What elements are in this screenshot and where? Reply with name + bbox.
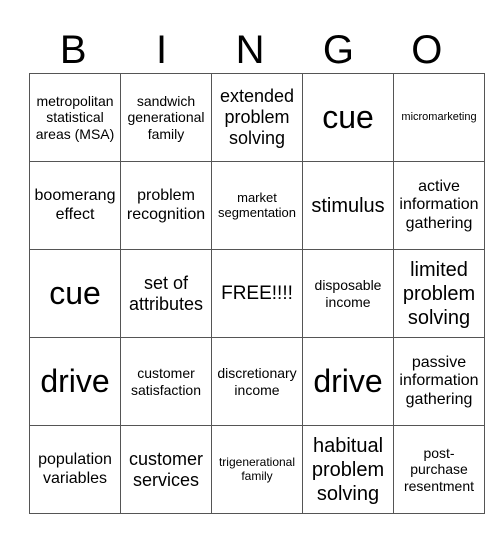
grid-row: drive customer satisfaction discretionar… (29, 337, 485, 426)
grid-row: boomerang effect problem recognition mar… (29, 161, 485, 250)
bingo-cell[interactable]: habitual problem solving (302, 425, 394, 514)
header-letter-i: I (156, 28, 168, 72)
bingo-cell[interactable]: cue (302, 73, 394, 162)
bingo-cell[interactable]: micromarketing (393, 73, 485, 162)
bingo-cell[interactable]: post-purchase resentment (393, 425, 485, 514)
bingo-cell[interactable]: passive information gathering (393, 337, 485, 426)
header-letter-g: G (322, 28, 354, 72)
free-space[interactable]: FREE!!!! (211, 249, 303, 338)
bingo-cell[interactable]: set of attributes (120, 249, 212, 338)
bingo-cell[interactable]: market segmentation (211, 161, 303, 250)
bingo-cell[interactable]: drive (302, 337, 394, 426)
bingo-cell[interactable]: sandwich generational family (120, 73, 212, 162)
bingo-cell[interactable]: customer satisfaction (120, 337, 212, 426)
grid-row: metropolitan statistical areas (MSA) san… (29, 73, 485, 162)
bingo-cell[interactable]: extended problem solving (211, 73, 303, 162)
bingo-grid: metropolitan statistical areas (MSA) san… (29, 73, 485, 514)
bingo-cell[interactable]: metropolitan statistical areas (MSA) (29, 73, 121, 162)
grid-row: population variables customer services t… (29, 425, 485, 514)
header-letter-o: O (411, 28, 443, 72)
bingo-cell[interactable]: limited problem solving (393, 249, 485, 338)
bingo-cell[interactable]: trigenerational family (211, 425, 303, 514)
header-letter-b: B (59, 28, 87, 72)
bingo-cell[interactable]: boomerang effect (29, 161, 121, 250)
bingo-cell[interactable]: active information gathering (393, 161, 485, 250)
bingo-cell[interactable]: customer services (120, 425, 212, 514)
bingo-cell[interactable]: population variables (29, 425, 121, 514)
bingo-header: B I N G O (29, 28, 471, 72)
grid-row: cue set of attributes FREE!!!! disposabl… (29, 249, 485, 338)
bingo-cell[interactable]: discretionary income (211, 337, 303, 426)
bingo-cell[interactable]: disposable income (302, 249, 394, 338)
bingo-cell[interactable]: drive (29, 337, 121, 426)
bingo-cell[interactable]: problem recognition (120, 161, 212, 250)
header-letter-n: N (235, 28, 265, 72)
bingo-cell[interactable]: stimulus (302, 161, 394, 250)
bingo-cell[interactable]: cue (29, 249, 121, 338)
